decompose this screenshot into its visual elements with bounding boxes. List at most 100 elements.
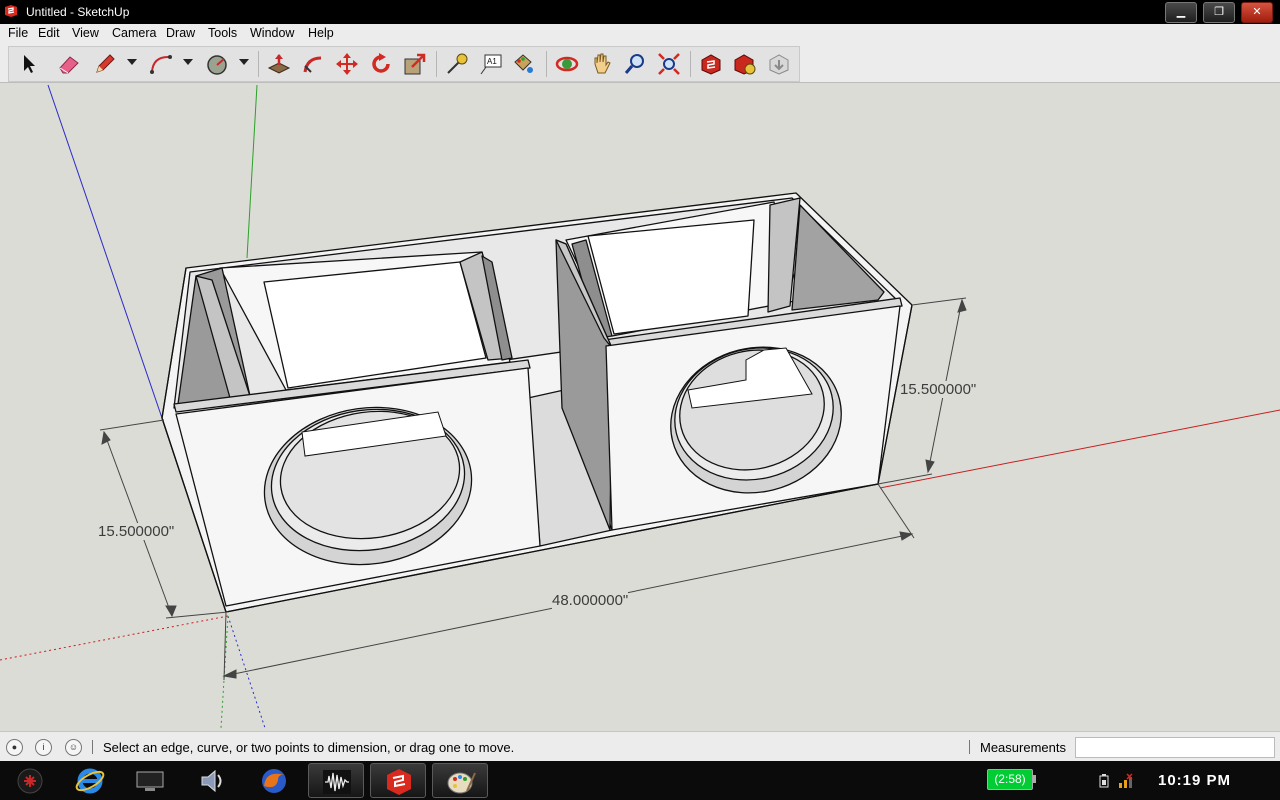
sketchup-icon [387,769,411,795]
geo-location-icon[interactable]: ● [6,739,23,756]
circle-icon [207,55,227,75]
pencil-icon [96,54,115,73]
move-arrows-icon [336,53,358,75]
menu-help[interactable]: Help [308,26,334,40]
menu-draw[interactable]: Draw [166,26,195,40]
arc-icon [150,55,172,74]
taskbar-show-desktop[interactable] [122,763,178,798]
start-orb-icon [17,768,43,794]
taskbar-audio-editor[interactable] [308,763,364,798]
model-viewport[interactable]: 15.500000" 15.500000" 48.000000" [0,83,1280,731]
taskbar: (2:58) 10:19 PM [0,761,1280,800]
info-icon[interactable]: i [35,739,52,756]
menu-file[interactable]: File [8,26,28,40]
paint-palette-icon [447,772,476,794]
3d-warehouse-tool[interactable] [699,52,723,76]
large-tool-set: A1 [8,46,800,82]
toolbar-separator [258,51,259,77]
toolbar-separator [690,51,691,77]
paint-bucket-tool[interactable] [511,52,535,76]
battery-indicator[interactable]: (2:58) [987,769,1033,790]
taskbar-firefox[interactable] [246,763,302,798]
start-button[interactable] [2,763,58,798]
minimize-button[interactable]: ▁ [1165,2,1197,23]
system-clock[interactable]: 10:19 PM [1158,772,1231,789]
window-title: Untitled - SketchUp [26,5,130,19]
orbit-tool[interactable] [555,52,579,76]
scale-tool[interactable] [403,52,427,76]
arc-tool[interactable] [149,52,173,76]
menu-camera[interactable]: Camera [112,26,156,40]
share-model-tool[interactable] [733,52,757,76]
model-canvas[interactable] [0,83,1280,731]
tape-measure-tool[interactable] [445,52,469,76]
blue-axis [47,84,163,419]
sketchup-app-icon [5,5,17,17]
firefox-icon [262,769,286,793]
taskbar-paint[interactable] [432,763,488,798]
network-tray-icon[interactable] [1118,773,1136,789]
zoom-extents-tool[interactable] [657,52,681,76]
text-tool[interactable]: A1 [479,52,503,76]
circle-dropdown-icon[interactable] [239,59,249,65]
zoom-extents-icon [658,53,680,75]
toolbar-separator [436,51,437,77]
dimension-label-length[interactable]: 48.000000" [552,592,629,609]
eraser-icon [59,56,79,74]
scale-icon [404,53,426,75]
speaker-music-icon [201,769,222,793]
follow-me-icon [303,56,322,73]
zoom-tool[interactable] [623,52,647,76]
eraser-tool[interactable] [57,52,81,76]
measurements-input[interactable] [1075,737,1275,758]
restore-button[interactable]: ❐ [1203,2,1235,23]
status-hint: Select an edge, curve, or two points to … [103,740,515,755]
warehouse-icon [701,54,721,75]
orbit-icon [555,56,579,72]
get-models-tool[interactable] [767,52,791,76]
dimension-label-right-height[interactable]: 15.500000" [900,381,977,398]
waveform-icon [323,770,351,794]
push-pull-icon [267,54,291,74]
pan-hand-icon [594,53,611,74]
menu-tools[interactable]: Tools [208,26,237,40]
menu-edit[interactable]: Edit [38,26,60,40]
move-tool[interactable] [335,52,359,76]
rotate-tool[interactable] [369,52,393,76]
magnifier-icon [624,54,644,74]
arrow-cursor-icon [24,55,35,73]
close-button[interactable]: ✕ [1241,2,1273,23]
toolbar-separator [546,51,547,77]
select-tool[interactable] [17,52,41,76]
dimension-label-left-height[interactable]: 15.500000" [98,523,175,540]
menu-view[interactable]: View [72,26,99,40]
paint-bucket-icon [514,54,533,73]
menu-window[interactable]: Window [250,26,294,40]
battery-tray-icon[interactable] [1098,774,1110,788]
red-axis [879,409,1280,489]
measurements-label: Measurements [980,740,1066,755]
arc-dropdown-icon[interactable] [183,59,193,65]
toolbar: A1 [0,44,1280,83]
tape-measure-icon [447,53,468,74]
status-divider [92,740,93,754]
get-models-icon [769,54,789,75]
internet-explorer-icon [75,768,105,794]
green-axis [246,84,258,259]
circle-tool[interactable] [205,52,229,76]
taskbar-internet-explorer[interactable] [62,763,118,798]
follow-me-tool[interactable] [301,52,325,76]
text-label-icon: A1 [480,54,502,75]
status-divider [969,740,970,754]
share-model-icon [734,54,756,75]
user-icon[interactable]: ☺ [65,739,82,756]
title-bar: Untitled - SketchUp ▁ ❐ ✕ [0,0,1280,24]
pan-tool[interactable] [589,52,613,76]
taskbar-sketchup[interactable] [370,763,426,798]
status-bar: ● i ☺ Select an edge, curve, or two poin… [0,731,1280,762]
pencil-dropdown-icon[interactable] [127,59,137,65]
rotate-icon [372,53,390,73]
pencil-tool[interactable] [93,52,117,76]
push-pull-tool[interactable] [267,52,291,76]
taskbar-media-player[interactable] [184,763,240,798]
